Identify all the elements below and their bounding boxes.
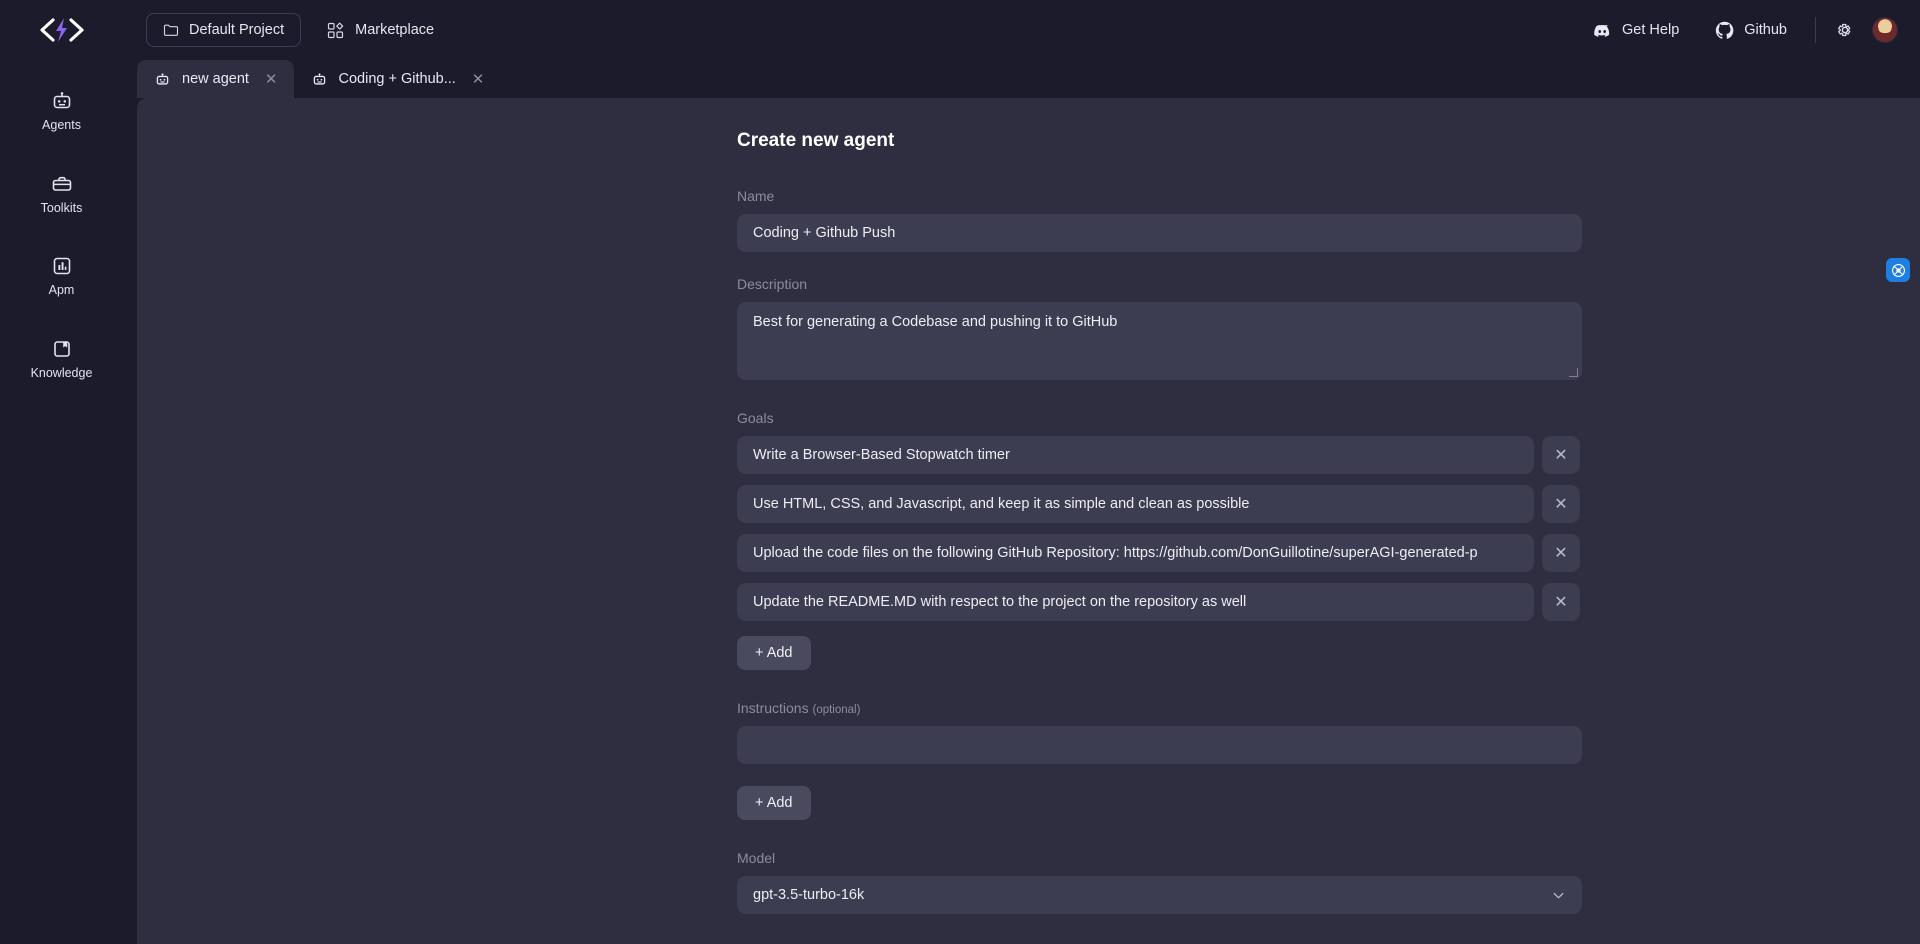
project-selector-label: Default Project <box>189 22 285 38</box>
sidebar-item-label: Knowledge <box>30 365 93 380</box>
settings-button[interactable] <box>1826 11 1864 49</box>
close-icon[interactable]: ✕ <box>472 72 485 87</box>
robot-icon <box>312 72 327 87</box>
model-selected-value: gpt-3.5-turbo-16k <box>753 887 865 903</box>
instructions-label: Instructions (optional) <box>737 700 1582 716</box>
name-input-value: Coding + Github Push <box>753 225 896 241</box>
get-help-button[interactable]: Get Help <box>1575 10 1697 50</box>
sidebar-item-label: Apm <box>48 283 75 297</box>
app-shell: Agents Toolkits Apm Knowledge new agent … <box>0 60 1920 944</box>
model-label: Model <box>737 850 776 866</box>
github-label: Github <box>1744 22 1787 38</box>
robot-icon <box>155 72 170 87</box>
goal-row: Write a Browser-Based Stopwatch timer ✕ <box>737 436 1582 474</box>
goal-value: Update the README.MD with respect to the… <box>753 594 1247 610</box>
robot-icon <box>51 90 73 112</box>
description-textarea[interactable]: Best for generating a Codebase and pushi… <box>737 302 1582 380</box>
sidebar-item-agents[interactable]: Agents <box>0 78 123 146</box>
create-agent-form: Create new agent Name Coding + Github Pu… <box>737 130 1582 914</box>
delete-goal-button[interactable]: ✕ <box>1542 436 1580 474</box>
instructions-label-text: Instructions <box>737 700 809 716</box>
goal-input[interactable]: Update the README.MD with respect to the… <box>737 583 1534 621</box>
github-icon <box>1715 21 1734 40</box>
get-help-label: Get Help <box>1622 22 1680 38</box>
sidebar-item-label: Agents <box>42 118 81 132</box>
resize-handle-icon[interactable] <box>1569 368 1578 377</box>
chart-bar-icon <box>51 255 73 277</box>
project-selector[interactable]: Default Project <box>146 13 302 47</box>
name-input[interactable]: Coding + Github Push <box>737 214 1582 252</box>
top-bar: Default Project Marketplace Get Help Git… <box>0 0 1920 60</box>
sidebar-item-label: Toolkits <box>40 200 83 215</box>
goal-input[interactable]: Write a Browser-Based Stopwatch timer <box>737 436 1534 474</box>
form-scroll-region[interactable]: Create new agent Name Coding + Github Pu… <box>137 98 1920 944</box>
code-lightning-logo-icon <box>39 16 85 44</box>
book-icon <box>51 338 73 360</box>
agent-form-panel: Create new agent Name Coding + Github Pu… <box>137 98 1920 944</box>
goal-row: Upload the code files on the following G… <box>737 534 1582 572</box>
delete-goal-button[interactable]: ✕ <box>1542 485 1580 523</box>
add-instruction-label: + Add <box>755 795 793 811</box>
sidebar: Agents Toolkits Apm Knowledge <box>0 60 123 944</box>
goals-label: Goals <box>737 410 774 426</box>
sidebar-item-apm[interactable]: Apm <box>0 243 123 311</box>
description-value: Best for generating a Codebase and pushi… <box>753 314 1118 330</box>
gear-icon <box>1835 20 1855 40</box>
delete-goal-button[interactable]: ✕ <box>1542 534 1580 572</box>
goal-input[interactable]: Use HTML, CSS, and Javascript, and keep … <box>737 485 1534 523</box>
page-title: Create new agent <box>737 130 895 151</box>
sidebar-item-toolkits[interactable]: Toolkits <box>0 161 123 229</box>
add-goal-label: + Add <box>755 645 793 661</box>
add-instruction-button[interactable]: + Add <box>737 786 811 820</box>
close-icon: ✕ <box>1554 447 1568 464</box>
goal-row: Use HTML, CSS, and Javascript, and keep … <box>737 485 1582 523</box>
close-icon[interactable]: ✕ <box>265 72 278 87</box>
close-icon: ✕ <box>1554 496 1568 513</box>
tab-label: new agent <box>182 71 249 87</box>
marketplace-link[interactable]: Marketplace <box>327 21 435 39</box>
app-logo[interactable] <box>0 0 123 60</box>
discord-icon <box>1593 21 1612 40</box>
name-label: Name <box>737 188 775 204</box>
goal-value: Write a Browser-Based Stopwatch timer <box>753 447 1010 463</box>
model-select[interactable]: gpt-3.5-turbo-16k <box>737 876 1582 914</box>
goal-row: Update the README.MD with respect to the… <box>737 583 1582 621</box>
close-icon: ✕ <box>1554 594 1568 611</box>
chevron-down-icon <box>1551 888 1566 903</box>
delete-goal-button[interactable]: ✕ <box>1542 583 1580 621</box>
description-label: Description <box>737 276 808 292</box>
grid-apps-icon <box>327 21 344 39</box>
tab-new-agent[interactable]: new agent ✕ <box>137 60 294 98</box>
sidebar-item-knowledge[interactable]: Knowledge <box>0 326 123 394</box>
toolbar-divider <box>1815 17 1816 43</box>
goal-value: Use HTML, CSS, and Javascript, and keep … <box>753 496 1250 512</box>
tab-strip: new agent ✕ Coding + Github... ✕ <box>123 60 1920 98</box>
folder-icon <box>163 22 179 38</box>
add-goal-button[interactable]: + Add <box>737 636 811 670</box>
tab-coding-github[interactable]: Coding + Github... ✕ <box>294 60 501 98</box>
help-widget-button[interactable] <box>1886 258 1910 282</box>
github-button[interactable]: Github <box>1697 10 1805 50</box>
top-bar-actions: Get Help Github <box>1575 10 1920 50</box>
avatar[interactable] <box>1872 17 1898 43</box>
toolbox-icon <box>51 173 73 195</box>
instruction-input[interactable] <box>737 726 1582 764</box>
goal-input[interactable]: Upload the code files on the following G… <box>737 534 1534 572</box>
tab-label: Coding + Github... <box>338 71 456 87</box>
close-icon: ✕ <box>1554 545 1568 562</box>
goal-value: Upload the code files on the following G… <box>753 545 1478 561</box>
instructions-optional-note: (optional) <box>812 704 861 716</box>
help-chat-icon <box>1891 263 1906 278</box>
content-area: new agent ✕ Coding + Github... ✕ Create … <box>123 60 1920 944</box>
marketplace-label: Marketplace <box>355 22 435 38</box>
